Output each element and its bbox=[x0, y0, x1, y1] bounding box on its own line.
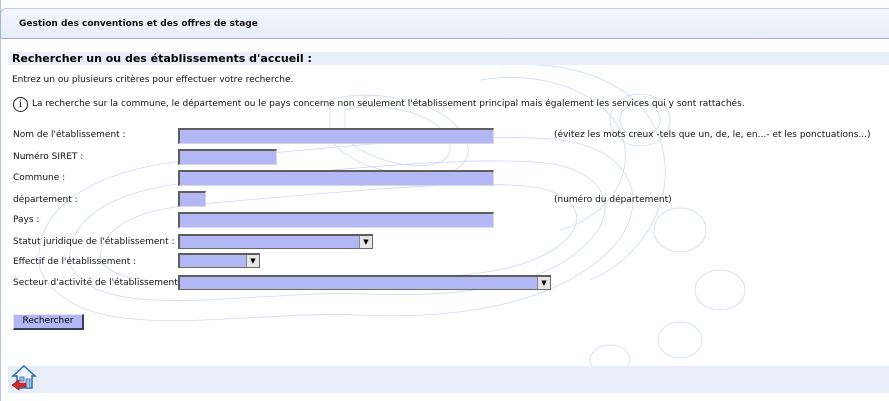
effectif-select[interactable]: ▼ bbox=[178, 253, 260, 268]
footer-bar bbox=[8, 366, 889, 393]
app-header: Gestion des conventions et des offres de… bbox=[0, 8, 889, 39]
label-siret: Numéro SIRET : bbox=[13, 152, 84, 162]
info-circle-icon: i bbox=[13, 96, 28, 112]
departement-hint: (numéro du département) bbox=[554, 195, 672, 205]
label-statut-juridique: Statut juridique de l'établissement : bbox=[13, 237, 175, 247]
chevron-down-icon[interactable]: ▼ bbox=[537, 277, 550, 289]
nom-hint: (évitez les mots creux -tels que un, de,… bbox=[554, 130, 871, 140]
info-text: La recherche sur la commune, le départem… bbox=[32, 99, 745, 109]
chevron-down-icon[interactable]: ▼ bbox=[359, 236, 372, 248]
section-title: Rechercher un ou des établissements d'ac… bbox=[8, 52, 889, 65]
nom-etablissement-input[interactable] bbox=[178, 128, 494, 144]
secteur-activite-select[interactable]: ▼ bbox=[178, 275, 551, 290]
info-line: i La recherche sur la commune, le départ… bbox=[12, 95, 745, 113]
chevron-down-icon[interactable]: ▼ bbox=[246, 255, 259, 267]
statut-juridique-select[interactable]: ▼ bbox=[178, 234, 373, 249]
home-back-icon[interactable] bbox=[11, 364, 37, 392]
label-nom-etablissement: Nom de l'établissement : bbox=[13, 130, 126, 140]
label-effectif: Effectif de l'établissement : bbox=[13, 257, 137, 267]
commune-input[interactable] bbox=[178, 170, 494, 186]
departement-input[interactable] bbox=[178, 191, 206, 207]
pays-input[interactable] bbox=[178, 212, 494, 228]
siret-input[interactable] bbox=[178, 149, 277, 165]
app-title: Gestion des conventions et des offres de… bbox=[19, 19, 258, 29]
label-departement: département : bbox=[13, 195, 78, 205]
intro-text: Entrez un ou plusieurs critères pour eff… bbox=[12, 75, 294, 85]
label-pays: Pays : bbox=[13, 215, 40, 225]
rechercher-button[interactable]: Rechercher bbox=[13, 314, 84, 330]
label-commune: Commune : bbox=[13, 173, 66, 183]
label-secteur-activite: Secteur d'activité de l'établissement : bbox=[13, 278, 184, 288]
